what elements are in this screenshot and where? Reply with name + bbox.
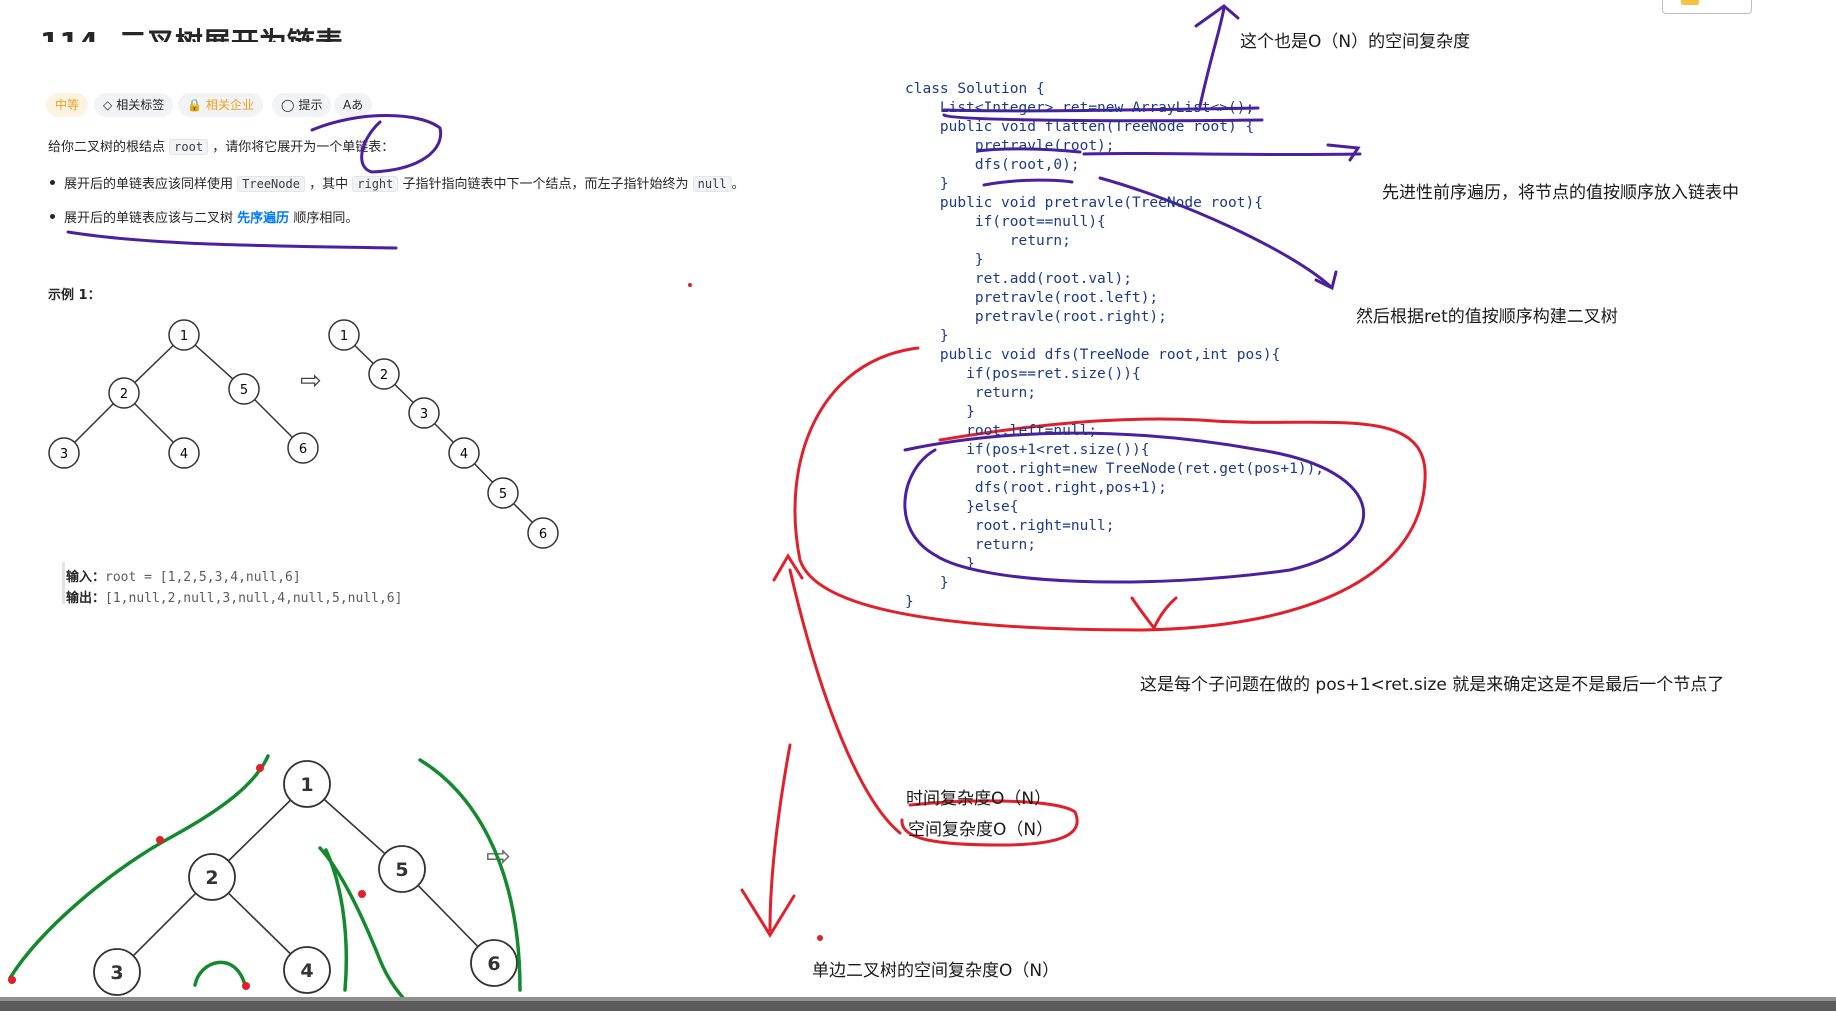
horizontal-scrollbar[interactable] — [0, 997, 1836, 1011]
code-line: if(pos+1<ret.size()){ — [905, 442, 1150, 458]
tree-node-label: 6 — [487, 953, 500, 975]
flat-node: 6 — [527, 517, 559, 549]
flat-node: 4 — [448, 437, 480, 469]
scrollbar-track — [0, 997, 1836, 1001]
code-line: if(root==null){ — [905, 214, 1106, 230]
large-tree-node: 5 — [378, 845, 426, 893]
note-space-complexity: 空间复杂度O（N） — [908, 820, 1054, 840]
code-line: } — [905, 575, 949, 591]
note-unbalanced-space: 单边二叉树的空间复杂度O（N） — [812, 961, 1060, 981]
code-line: dfs(root,0); — [905, 157, 1080, 173]
tree-node-label: 3 — [110, 962, 123, 984]
code-line: pretravle(root.right); — [905, 309, 1167, 325]
tree-node: 3 — [48, 437, 80, 469]
code-line: return; — [905, 233, 1071, 249]
code-line: root.right=new TreeNode(ret.get(pos+1)); — [905, 461, 1325, 477]
code-line: List<Integer> ret=new ArrayList<>(); — [905, 100, 1255, 116]
tree-node-label: 2 — [205, 867, 218, 889]
large-tree-node: 2 — [188, 853, 236, 901]
flat-node: 3 — [408, 397, 440, 429]
tree-node-label: 5 — [240, 383, 248, 398]
tree-node-label: 1 — [180, 329, 188, 344]
code-line: if(pos==ret.size()){ — [905, 366, 1141, 382]
flatten-arrow-icon: ⇨ — [300, 366, 322, 396]
tree-node-label: 6 — [299, 442, 307, 457]
tree-node-label: 5 — [499, 487, 507, 502]
code-line: } — [905, 404, 975, 420]
tree-node-label: 5 — [395, 859, 408, 881]
note-subproblem: 这是每个子问题在做的 pos+1<ret.size 就是来确定这是不是最后一个节… — [1140, 675, 1725, 695]
code-line: public void flatten(TreeNode root) { — [905, 119, 1255, 135]
code-line: public void pretravle(TreeNode root){ — [905, 195, 1263, 211]
tree-node: 1 — [168, 319, 200, 351]
tree-node-label: 4 — [460, 447, 468, 462]
flat-node: 5 — [487, 477, 519, 509]
code-line: }else{ — [905, 499, 1019, 515]
code-line: } — [905, 556, 975, 572]
code-line: root.right=null; — [905, 518, 1115, 534]
tree-node-label: 3 — [420, 407, 428, 422]
large-tree-node: 6 — [470, 939, 518, 987]
code-line: } — [905, 252, 984, 268]
green-ink-annotations — [8, 754, 522, 1010]
note-preorder: 先进性前序遍历，将节点的值按顺序放入链表中 — [1382, 183, 1739, 203]
code-line: dfs(root.right,pos+1); — [905, 480, 1167, 496]
code-line: pretravle(root.left); — [905, 290, 1159, 306]
tree-node-label: 4 — [300, 960, 313, 982]
large-tree-edges — [116, 783, 495, 973]
tree-node: 2 — [108, 377, 140, 409]
code-line: public void dfs(TreeNode root,int pos){ — [905, 347, 1281, 363]
tree-node: 5 — [228, 373, 260, 405]
tree-node-label: 4 — [180, 447, 188, 462]
note-time-complexity: 时间复杂度O（N） — [906, 789, 1052, 809]
tree-node-label: 1 — [340, 329, 348, 344]
large-tree-node: 4 — [283, 946, 331, 994]
tree-node-label: 3 — [60, 447, 68, 462]
flat-node: 1 — [328, 319, 360, 351]
code-line: } — [905, 328, 949, 344]
tree-node-label: 1 — [300, 774, 313, 796]
note-space-also: 这个也是O（N）的空间复杂度 — [1240, 32, 1471, 52]
tree-node-label: 2 — [120, 387, 128, 402]
tree-node: 4 — [168, 437, 200, 469]
code-line: } — [905, 176, 949, 192]
code-line: class Solution { — [905, 81, 1045, 97]
tree-node-label: 6 — [539, 527, 547, 542]
code-line: } — [905, 594, 914, 610]
large-tree-node: 1 — [283, 760, 331, 808]
code-block: class Solution { List<Integer> ret=new A… — [905, 80, 1405, 620]
code-line: return; — [905, 537, 1036, 553]
large-tree-node: 3 — [93, 948, 141, 996]
code-line: ret.add(root.val); — [905, 271, 1132, 287]
code-line: return; — [905, 385, 1036, 401]
tree-node: 6 — [287, 432, 319, 464]
tree-node-label: 2 — [380, 368, 388, 383]
code-line: pretravle(root); — [905, 138, 1115, 154]
flat-node: 2 — [368, 358, 400, 390]
example-tree-edges — [63, 334, 304, 454]
code-line: root.left=null; — [905, 423, 1098, 439]
note-build-tree: 然后根据ret的值按顺序构建二叉树 — [1356, 307, 1618, 327]
